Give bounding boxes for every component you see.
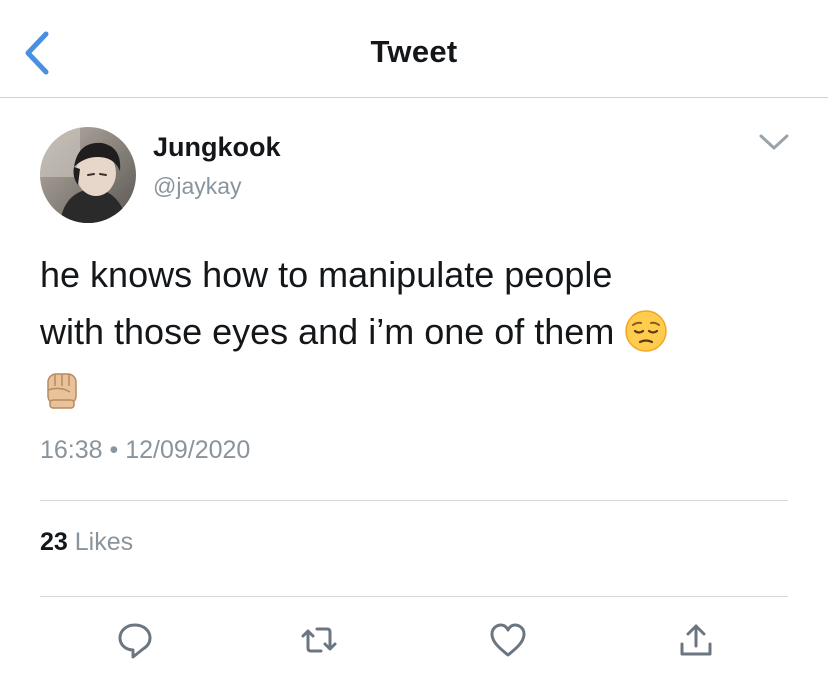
share-icon [680,624,712,656]
meta-separator: • [102,436,126,464]
tweet-date: 12/09/2020 [125,436,251,464]
likes-label: Likes [67,528,134,556]
pensive-face-icon [624,309,668,353]
reply-button[interactable] [115,620,155,660]
raised-fist-icon [40,366,84,410]
avatar[interactable] [40,127,136,223]
divider [40,500,788,501]
reply-icon [118,623,152,659]
like-button[interactable] [488,620,528,660]
author-name[interactable]: Jungkook [153,132,281,163]
timestamp: 16:38 • 12/09/2020 [40,436,250,465]
likes-link[interactable]: 23 Likes [40,528,133,557]
more-options-button[interactable] [757,130,791,154]
like-icon [490,623,526,657]
retweet-button[interactable] [299,620,339,660]
chevron-down-icon [759,134,789,150]
author-handle[interactable]: @jaykay [153,173,242,200]
retweet-icon [301,627,337,653]
top-bar: Tweet [0,0,828,98]
tweet-text-line-1: he knows how to manipulate people [40,254,613,295]
page-title: Tweet [370,34,458,69]
divider [40,596,788,597]
tweet-text: he knows how to manipulate people with t… [40,246,800,417]
share-button[interactable] [676,620,716,660]
profile-photo [40,127,136,223]
tweet-time: 16:38 [40,436,103,464]
likes-count: 23 [40,528,68,556]
tweet-text-line-2: with those eyes and i’m one of them [40,311,625,352]
